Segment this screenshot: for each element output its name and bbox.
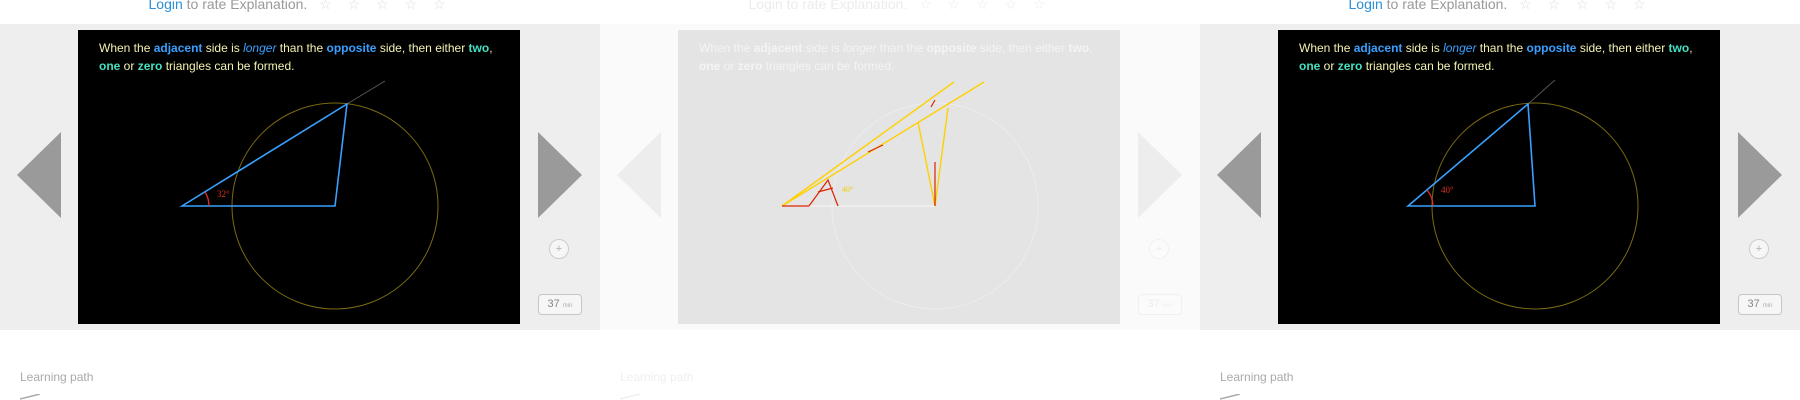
- explanation-panel-3: Login to rate Explanation. ☆ ☆ ☆ ☆ ☆ Whe…: [1200, 0, 1800, 400]
- angle-label: 40°: [842, 185, 853, 194]
- duration-count: 37: [1747, 298, 1760, 310]
- angle-label: 40°: [1441, 185, 1454, 195]
- learning-path-icon: [20, 394, 41, 400]
- next-slide-button[interactable]: [1738, 132, 1782, 218]
- triangle-diagram: 40°: [1405, 79, 1639, 310]
- triangle-shape: [179, 102, 348, 207]
- slide-frame: When the adjacent side is longer than th…: [678, 30, 1120, 324]
- rating-bar: Login to rate Explanation. ☆ ☆ ☆ ☆ ☆: [600, 0, 1200, 13]
- rating-suffix: to rate Explanation.: [1382, 0, 1508, 12]
- duration-badge[interactable]: 37 min: [1138, 294, 1182, 315]
- angle-arc: [204, 191, 210, 207]
- triangle-diagram: 32°: [179, 80, 439, 310]
- plus-icon: +: [1155, 243, 1163, 255]
- duration-badge[interactable]: 37 min: [538, 294, 582, 315]
- slide-frame: When the adjacent side is longer than th…: [1278, 30, 1720, 324]
- duration-count: 37: [1147, 298, 1160, 310]
- learning-path-icon: [1220, 394, 1241, 400]
- prev-slide-button[interactable]: [17, 132, 61, 218]
- duration-unit: min: [1762, 303, 1773, 309]
- explanation-panel-1: Login to rate Explanation. ☆ ☆ ☆ ☆ ☆ Whe…: [0, 0, 600, 400]
- learning-path-label[interactable]: Learning path: [1220, 370, 1293, 384]
- add-button[interactable]: +: [1149, 239, 1169, 259]
- trace-yellow: [781, 81, 985, 207]
- login-link[interactable]: Login: [149, 0, 183, 12]
- rating-bar: Login to rate Explanation. ☆ ☆ ☆ ☆ ☆: [0, 0, 600, 13]
- duration-unit: min: [1162, 303, 1173, 309]
- slide-frame: When the adjacent side is longer than th…: [78, 30, 520, 324]
- login-link[interactable]: Login: [1349, 0, 1383, 12]
- explanation-panel-2: Login to rate Explanation. ☆ ☆ ☆ ☆ ☆ Whe…: [600, 0, 1200, 400]
- rating-stars[interactable]: ☆ ☆ ☆ ☆ ☆: [319, 0, 451, 12]
- learning-path-label[interactable]: Learning path: [20, 370, 93, 384]
- extension-ray: [1527, 79, 1556, 105]
- add-button[interactable]: +: [1749, 239, 1769, 259]
- plus-icon: +: [555, 243, 563, 255]
- next-slide-button[interactable]: [1138, 132, 1182, 218]
- prev-slide-button[interactable]: [617, 132, 661, 218]
- rating-stars[interactable]: ☆ ☆ ☆ ☆ ☆: [1519, 0, 1651, 12]
- add-button[interactable]: +: [549, 239, 569, 259]
- prev-slide-button[interactable]: [1217, 132, 1261, 218]
- triangle-diagram-transition: 40°: [781, 81, 1039, 310]
- duration-badge[interactable]: 37 min: [1738, 294, 1782, 315]
- rating-suffix: to rate Explanation.: [782, 0, 908, 12]
- rating-bar: Login to rate Explanation. ☆ ☆ ☆ ☆ ☆: [1200, 0, 1800, 13]
- next-slide-button[interactable]: [538, 132, 582, 218]
- duration-count: 37: [547, 298, 560, 310]
- rating-stars[interactable]: ☆ ☆ ☆ ☆ ☆: [919, 0, 1051, 12]
- learning-path-icon: [620, 394, 641, 400]
- motion-trace: [781, 81, 985, 207]
- angle-label: 32°: [217, 189, 230, 199]
- learning-path-label[interactable]: Learning path: [620, 370, 693, 384]
- plus-icon: +: [1755, 243, 1763, 255]
- login-link[interactable]: Login: [749, 0, 783, 12]
- duration-unit: min: [562, 303, 573, 309]
- extension-ray: [346, 80, 386, 105]
- rating-suffix: to rate Explanation.: [182, 0, 308, 12]
